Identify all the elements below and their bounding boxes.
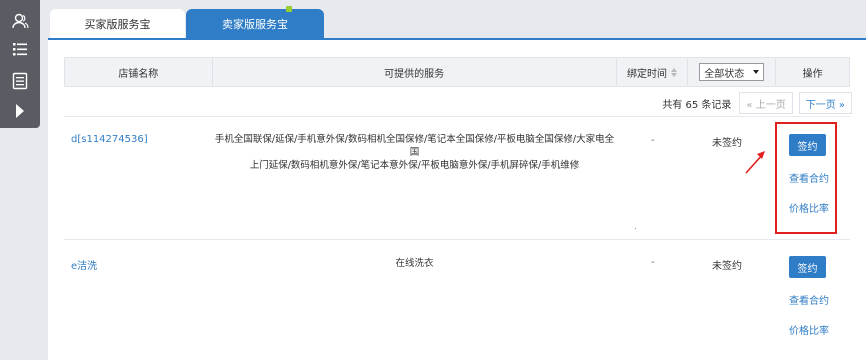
status-value: 未签约 xyxy=(712,261,742,272)
services-line: 上门延保/数码相机意外保/笔记本意外保/平板电脑意外保/手机屏碎保/手机维修 xyxy=(249,160,580,171)
header-operation: 操作 xyxy=(802,68,823,80)
header-bind-time-label: 绑定时间 xyxy=(627,68,667,80)
tab-seller-service[interactable]: 卖家版服务宝 xyxy=(186,6,324,39)
annotation-arrow-icon xyxy=(745,151,765,174)
bind-time-value: - xyxy=(651,135,655,146)
left-nav-rail xyxy=(0,0,40,128)
main-panel: 店铺名称 可提供的服务 绑定时间 全部状态 操作 共有 65 条记录 « 上一页… xyxy=(48,38,866,360)
header-bind-time[interactable]: 绑定时间 xyxy=(617,58,689,86)
shop-link[interactable]: e洁洗 xyxy=(71,257,97,272)
highlight-annotation-box xyxy=(775,122,837,234)
expand-arrow-icon[interactable] xyxy=(0,96,40,126)
document-icon[interactable] xyxy=(0,66,40,96)
new-badge xyxy=(286,6,292,12)
tab-seller-label: 卖家版服务宝 xyxy=(222,18,288,31)
services-line: 手机全国联保/延保/手机意外保/数码相机全国保修/笔记本全国保修/平板电脑全国保… xyxy=(214,134,615,158)
list-icon[interactable] xyxy=(0,34,40,64)
tab-buyer-service[interactable]: 买家版服务宝 xyxy=(50,9,185,39)
services-cell: 在线洗衣 xyxy=(395,258,434,269)
record-count: 共有 65 条记录 xyxy=(662,99,732,111)
view-contract-link[interactable]: 查看合约 xyxy=(789,292,829,307)
row-marker: . xyxy=(634,222,637,231)
sort-icon[interactable] xyxy=(671,67,677,77)
status-value: 未签约 xyxy=(712,138,742,149)
services-cell: 手机全国联保/延保/手机意外保/数码相机全国保修/笔记本全国保修/平板电脑全国保… xyxy=(212,133,617,172)
prev-page-button[interactable]: « 上一页 xyxy=(739,92,793,114)
next-page-button[interactable]: 下一页 » xyxy=(798,92,852,114)
chevron-down-icon xyxy=(753,70,760,74)
user-group-icon[interactable] xyxy=(0,6,40,36)
header-services: 可提供的服务 xyxy=(213,58,617,86)
header-shop-name: 店铺名称 xyxy=(65,58,213,86)
status-select-value: 全部状态 xyxy=(704,68,745,80)
header-status: 全部状态 xyxy=(688,58,777,86)
divider xyxy=(64,239,850,240)
sign-button[interactable]: 签约 xyxy=(789,256,826,278)
divider xyxy=(64,116,850,117)
shop-link[interactable]: d[s114274536] xyxy=(71,134,148,145)
bind-time-value: - xyxy=(651,257,655,268)
price-ratio-link[interactable]: 价格比率 xyxy=(789,322,829,337)
table-header: 店铺名称 可提供的服务 绑定时间 全部状态 操作 xyxy=(64,57,850,87)
pagination: 共有 65 条记录 « 上一页 下一页 » xyxy=(662,92,852,114)
status-select[interactable]: 全部状态 xyxy=(699,63,765,81)
